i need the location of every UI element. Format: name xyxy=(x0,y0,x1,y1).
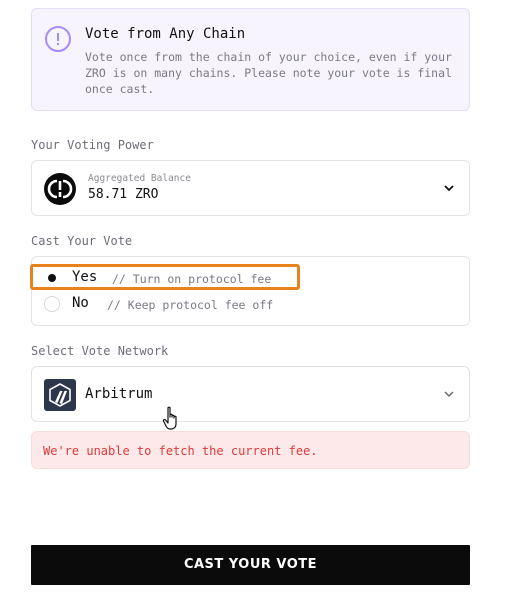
vote-option-no[interactable]: No // Keep protocol fee off xyxy=(32,292,292,316)
error-message: We're unable to fetch the current fee. xyxy=(31,431,470,469)
arbitrum-logo-icon xyxy=(44,379,76,411)
vote-option-label: No xyxy=(72,295,89,311)
info-banner: Vote from Any Chain Vote once from the c… xyxy=(31,8,470,111)
info-text: Vote once from the chain of your choice,… xyxy=(85,50,452,96)
radio-yes[interactable] xyxy=(44,270,60,286)
vote-option-yes[interactable]: Yes // Turn on protocol fee xyxy=(32,266,292,290)
vote-option-label: Yes xyxy=(72,269,98,285)
vote-option-comment: // Keep protocol fee off xyxy=(107,298,274,312)
chevron-down-icon[interactable] xyxy=(443,388,455,400)
vote-options: Yes // Turn on protocol fee No // Keep p… xyxy=(31,256,470,326)
chevron-down-icon[interactable] xyxy=(443,182,455,194)
exclamation-circle-icon xyxy=(45,26,71,52)
vote-option-comment: // Turn on protocol fee xyxy=(112,272,272,286)
hand-cursor-icon xyxy=(162,406,182,432)
voting-power-label: Your Voting Power xyxy=(31,138,154,152)
selected-network: Arbitrum xyxy=(85,386,153,402)
balance-value: 58.71 ZRO xyxy=(88,187,159,202)
error-text: We're unable to fetch the current fee. xyxy=(43,444,318,458)
balance-label: Aggregated Balance xyxy=(88,173,191,184)
cast-vote-button[interactable]: CAST YOUR VOTE xyxy=(31,545,470,585)
vote-network-dropdown[interactable]: Arbitrum xyxy=(31,366,470,422)
cast-vote-label: Cast Your Vote xyxy=(31,234,133,248)
zro-logo-icon xyxy=(44,173,76,205)
info-title: Vote from Any Chain xyxy=(85,26,246,42)
vote-network-label: Select Vote Network xyxy=(31,344,169,358)
radio-no[interactable] xyxy=(44,296,60,312)
voting-power-dropdown[interactable]: Aggregated Balance 58.71 ZRO xyxy=(31,160,470,216)
